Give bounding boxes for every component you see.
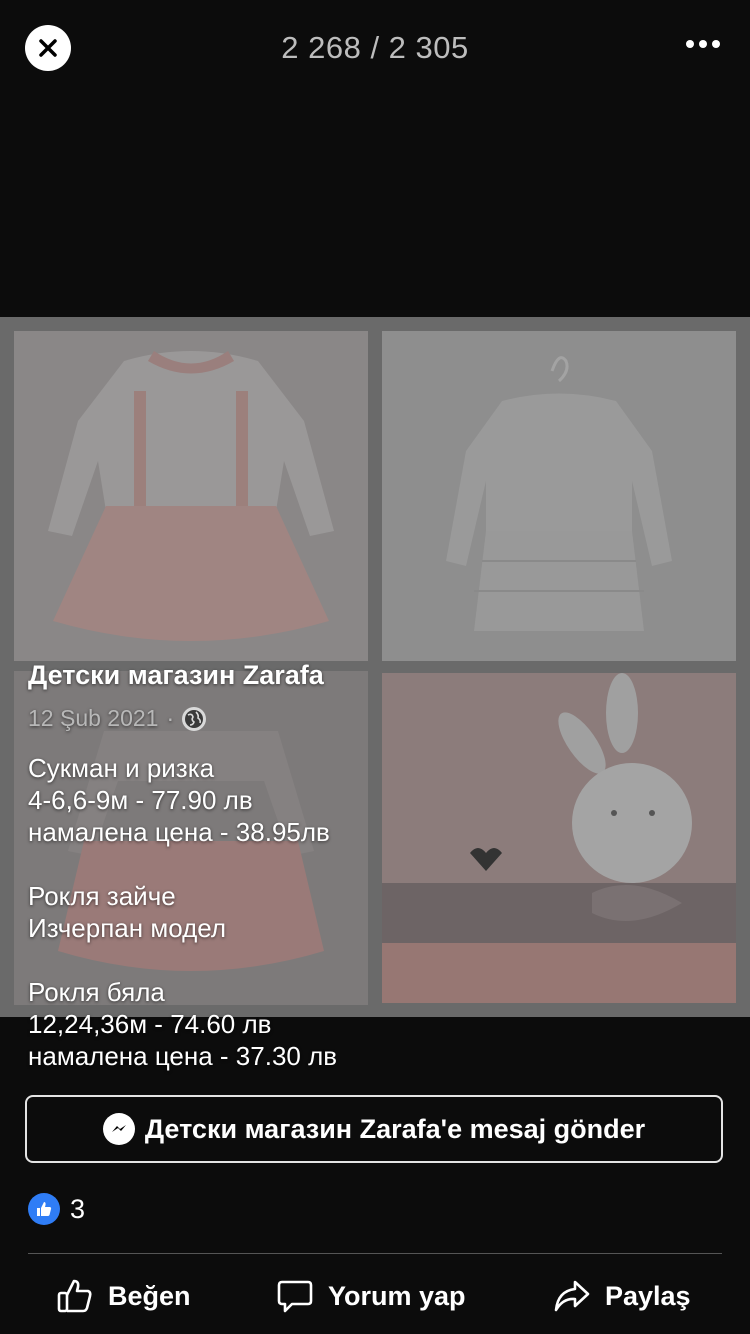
messenger-icon bbox=[102, 1113, 135, 1145]
post-line: Изчерпан модел bbox=[28, 913, 227, 943]
action-bar: Beğen Yorum yap Paylaş bbox=[0, 1265, 750, 1327]
page-name-link[interactable]: Детски магазин Zarafa bbox=[28, 660, 728, 691]
like-label: Beğen bbox=[108, 1280, 191, 1311]
post-date[interactable]: 12 Şub 2021 bbox=[28, 705, 158, 732]
send-message-button[interactable]: Детски магазин Zarafa'e mesaj gönder bbox=[25, 1095, 723, 1163]
reaction-summary[interactable]: 3 bbox=[28, 1193, 85, 1225]
post-line: Сукман и ризка bbox=[28, 753, 215, 783]
divider bbox=[28, 1253, 722, 1254]
post-line: Рокля бяла bbox=[28, 977, 165, 1007]
comment-label: Yorum yap bbox=[328, 1280, 466, 1311]
comment-button[interactable]: Yorum yap bbox=[276, 1265, 466, 1327]
post-line: Рокля зайче bbox=[28, 881, 176, 911]
post-line: 12,24,36м - 74.60 лв bbox=[28, 1009, 272, 1039]
comment-bubble-icon bbox=[277, 1280, 313, 1313]
meta-separator: · bbox=[166, 705, 175, 731]
like-icon bbox=[28, 1193, 60, 1225]
share-button[interactable]: Paylaş bbox=[553, 1265, 691, 1327]
post-line: 4-6,6-9м - 77.90 лв bbox=[28, 785, 253, 815]
post-meta: 12 Şub 2021 · bbox=[28, 705, 728, 732]
post-caption: Детски магазин Zarafa 12 Şub 2021 · Сукм… bbox=[28, 660, 728, 1072]
share-label: Paylaş bbox=[605, 1280, 691, 1311]
thumbs-up-icon bbox=[57, 1279, 92, 1313]
more-options-button[interactable] bbox=[686, 40, 720, 48]
send-message-label: Детски магазин Zarafa'e mesaj gönder bbox=[144, 1113, 646, 1144]
like-button[interactable]: Beğen bbox=[56, 1265, 191, 1327]
globe-icon bbox=[182, 706, 207, 731]
post-line bbox=[28, 848, 728, 880]
viewer-top-bar: 2 268 / 2 305 bbox=[0, 0, 750, 100]
photo-counter: 2 268 / 2 305 bbox=[281, 30, 469, 65]
post-line: намалена цена - 37.30 лв bbox=[28, 1041, 338, 1071]
post-line: намалена цена - 38.95лв bbox=[28, 817, 330, 847]
post-text: Сукман и ризка 4-6,6-9м - 77.90 лв намал… bbox=[28, 752, 728, 1072]
photo-panel-white-dress bbox=[382, 331, 736, 661]
post-line bbox=[28, 944, 728, 976]
reaction-count: 3 bbox=[70, 1193, 86, 1224]
more-horizontal-icon bbox=[686, 40, 694, 48]
photo-panel-dress-suspenders bbox=[14, 331, 368, 661]
share-arrow-icon bbox=[554, 1280, 590, 1312]
